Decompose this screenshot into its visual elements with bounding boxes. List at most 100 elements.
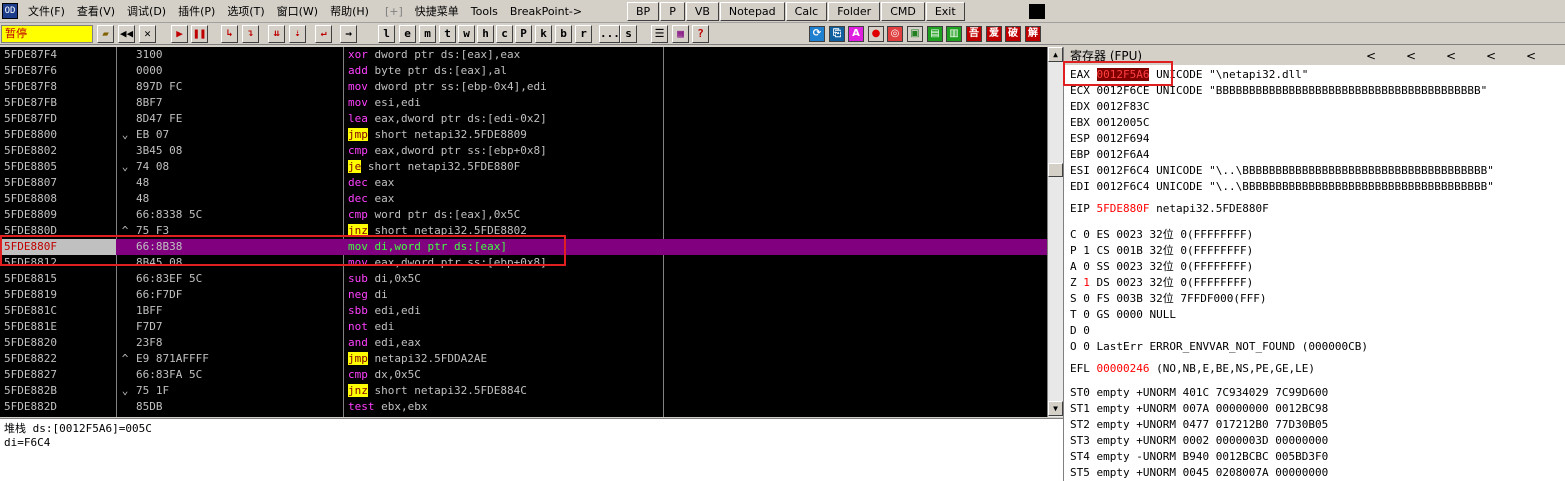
register-edx[interactable]: EDX 0012F83C bbox=[1070, 99, 1149, 115]
flag-value[interactable]: 1 bbox=[1083, 276, 1090, 289]
window-button-m[interactable]: m bbox=[419, 25, 436, 43]
help-icon[interactable]: ? bbox=[692, 25, 709, 43]
fpu-register-st5[interactable]: ST5 empty +UNORM 0045 0208007A 00000000 bbox=[1070, 465, 1328, 481]
disasm-row[interactable]: 5FDE8822 ^ E9 871AFFFF jmp netapi32.5FDDA2A… bbox=[0, 351, 1047, 367]
tool-button-calc[interactable]: Calc bbox=[785, 2, 828, 21]
disasm-row[interactable]: 5FDE87FD 8D47 FE lea eax,dword ptr ds:[edi… bbox=[0, 111, 1047, 127]
disasm-row[interactable]: 5FDE87F6 0000 add byte ptr ds:[eax],al bbox=[0, 63, 1047, 79]
target-icon[interactable]: ◎ bbox=[887, 26, 903, 42]
disasm-row[interactable]: 5FDE87FB 8BF7 mov esi,edi bbox=[0, 95, 1047, 111]
flag-row-a[interactable]: A 0 SS 0023 32位 0(FFFFFFFF) bbox=[1070, 259, 1253, 275]
tool-button-notepad[interactable]: Notepad bbox=[719, 2, 785, 21]
register-esi[interactable]: ESI 0012F6C4 UNICODE "\..\BBBBBBBBBBBBBB… bbox=[1070, 163, 1494, 179]
monitor-icon[interactable]: ▤ bbox=[927, 26, 943, 42]
register-value[interactable]: 0012F83C bbox=[1097, 100, 1150, 113]
register-edi[interactable]: EDI 0012F6C4 UNICODE "\..\BBBBBBBBBBBBBB… bbox=[1070, 179, 1494, 195]
flag-value[interactable]: 0 bbox=[1083, 228, 1090, 241]
grammar-icon[interactable]: 吾 bbox=[966, 26, 982, 42]
flag-row-c[interactable]: C 0 ES 0023 32位 0(FFFFFFFF) bbox=[1070, 227, 1253, 243]
register-value[interactable]: 00000246 bbox=[1097, 362, 1150, 375]
window-button-h[interactable]: h bbox=[477, 25, 494, 43]
flag-value[interactable]: 0 bbox=[1083, 260, 1090, 273]
flag-row-t[interactable]: T 0 GS 0000 NULL bbox=[1070, 307, 1176, 323]
register-value[interactable]: 0012F6A4 bbox=[1097, 148, 1150, 161]
flag-value[interactable]: 0 bbox=[1083, 292, 1090, 305]
tool-button-bp[interactable]: BP bbox=[627, 2, 660, 21]
menu-view[interactable]: 查看(V) bbox=[71, 0, 121, 23]
window-button-b[interactable]: b bbox=[555, 25, 572, 43]
scroll-up-icon[interactable]: ▲ bbox=[1048, 47, 1063, 62]
disasm-row[interactable]: 5FDE881E F7D7 not edi bbox=[0, 319, 1047, 335]
disasm-row[interactable]: 5FDE8808 48 dec eax bbox=[0, 191, 1047, 207]
flag-value[interactable]: 0 bbox=[1083, 340, 1090, 353]
nav-arrow-icon[interactable]: < bbox=[1366, 47, 1376, 65]
trace-into-icon[interactable]: ⇊ bbox=[268, 25, 285, 43]
disasm-row[interactable]: 5FDE8815 66:83EF 5C sub di,0x5C bbox=[0, 271, 1047, 287]
window-button-r[interactable]: r bbox=[575, 25, 592, 43]
disasm-row[interactable]: 5FDE881C 1BFF sbb edi,edi bbox=[0, 303, 1047, 319]
flag-row-d[interactable]: D 0 bbox=[1070, 323, 1090, 339]
menu-window[interactable]: 窗口(W) bbox=[271, 0, 324, 23]
pause-icon[interactable]: ❚❚ bbox=[191, 25, 208, 43]
nav-arrow-icon[interactable]: < bbox=[1406, 47, 1416, 65]
register-value[interactable]: 0012005C bbox=[1097, 116, 1150, 129]
refresh-icon[interactable]: ⟳ bbox=[809, 26, 825, 42]
disassembly-pane[interactable]: 5FDE87F4 3100 xor dword ptr ds:[eax],eax 5F… bbox=[0, 47, 1047, 417]
run-icon[interactable]: ▶ bbox=[171, 25, 188, 43]
go-to-icon[interactable]: → bbox=[340, 25, 357, 43]
register-value[interactable]: 0012F6C4 bbox=[1097, 164, 1150, 177]
menu-help[interactable]: 帮助(H) bbox=[324, 0, 375, 23]
grid-icon[interactable]: ▦ bbox=[672, 25, 689, 43]
trace-over-icon[interactable]: ⇣ bbox=[289, 25, 306, 43]
love-icon[interactable]: 爱 bbox=[986, 26, 1002, 42]
window-button-P[interactable]: P bbox=[515, 25, 532, 43]
rewind-icon[interactable]: ◀◀ bbox=[118, 25, 135, 43]
flag-row-s[interactable]: S 0 FS 003B 32位 7FFDF000(FFF) bbox=[1070, 291, 1266, 307]
disasm-row[interactable]: 5FDE87F4 3100 xor dword ptr ds:[eax],eax bbox=[0, 47, 1047, 63]
tool-button-vb[interactable]: VB bbox=[685, 2, 719, 21]
window-button-s[interactable]: s bbox=[620, 25, 637, 43]
cpu-icon[interactable]: ▣ bbox=[907, 26, 923, 42]
solve-icon[interactable]: 解 bbox=[1025, 26, 1041, 42]
window-button-k[interactable]: k bbox=[535, 25, 552, 43]
close-icon[interactable]: ✕ bbox=[139, 25, 156, 43]
menu-shortcut[interactable]: 快捷菜单 bbox=[409, 0, 465, 23]
register-efl[interactable]: EFL 00000246 (NO,NB,E,BE,NS,PE,GE,LE) bbox=[1070, 361, 1315, 377]
registers-pane[interactable]: 寄存器 (FPU) < < < < < EAX 0012F5A6 UNICODE… bbox=[1063, 47, 1565, 481]
disasm-row[interactable]: 5FDE8820 23F8 and edi,eax bbox=[0, 335, 1047, 351]
menu-file[interactable]: 文件(F) bbox=[22, 0, 71, 23]
disassembly-scrollbar[interactable]: ▲ ▼ bbox=[1047, 47, 1063, 417]
disasm-row[interactable]: 5FDE8819 66:F7DF neg di bbox=[0, 287, 1047, 303]
list-icon[interactable]: ☰ bbox=[651, 25, 668, 43]
tool-button-exit[interactable]: Exit bbox=[925, 2, 965, 21]
fpu-register-st3[interactable]: ST3 empty +UNORM 0002 0000003D 00000000 bbox=[1070, 433, 1328, 449]
window-button-w[interactable]: w bbox=[458, 25, 475, 43]
nav-arrow-icon[interactable]: < bbox=[1486, 47, 1496, 65]
tool-button-p[interactable]: P bbox=[660, 2, 685, 21]
register-eip[interactable]: EIP 5FDE880F netapi32.5FDE880F bbox=[1070, 201, 1269, 217]
flag-row-p[interactable]: P 1 CS 001B 32位 0(FFFFFFFF) bbox=[1070, 243, 1253, 259]
flag-value[interactable]: 1 bbox=[1083, 244, 1090, 257]
menu-debug[interactable]: 调试(D) bbox=[121, 0, 172, 23]
copy-icon[interactable]: ⎘ bbox=[829, 26, 845, 42]
disasm-row[interactable]: 5FDE8800 ⌄ EB 07 jmp short netapi32.5FDE880… bbox=[0, 127, 1047, 143]
window-button-c[interactable]: c bbox=[496, 25, 513, 43]
nav-arrow-icon[interactable]: < bbox=[1446, 47, 1456, 65]
window-button-e[interactable]: e bbox=[399, 25, 416, 43]
scroll-thumb[interactable] bbox=[1048, 163, 1063, 177]
flag-row-z[interactable]: Z 1 DS 0023 32位 0(FFFFFFFF) bbox=[1070, 275, 1253, 291]
fpu-register-st4[interactable]: ST4 empty -UNORM B940 0012BCBC 005BD3F0 bbox=[1070, 449, 1328, 465]
nav-arrow-icon[interactable]: < bbox=[1526, 47, 1536, 65]
fpu-register-st0[interactable]: ST0 empty +UNORM 401C 7C934029 7C99D600 bbox=[1070, 385, 1328, 401]
disasm-row[interactable]: 5FDE882D 85DB test ebx,ebx bbox=[0, 399, 1047, 415]
menu-plugins[interactable]: 插件(P) bbox=[172, 0, 221, 23]
register-value[interactable]: 5FDE880F bbox=[1097, 202, 1150, 215]
disasm-row[interactable]: 5FDE882B ⌄ 75 1F jnz short netapi32.5FDE884… bbox=[0, 383, 1047, 399]
tool-button-folder[interactable]: Folder bbox=[828, 2, 881, 21]
fpu-register-st1[interactable]: ST1 empty +UNORM 007A 00000000 0012BC98 bbox=[1070, 401, 1328, 417]
record-icon[interactable]: ● bbox=[868, 26, 884, 42]
menu-breakpoint[interactable]: BreakPoint-> bbox=[504, 0, 588, 23]
menu-tools[interactable]: Tools bbox=[465, 0, 504, 23]
window-button-l[interactable]: l bbox=[378, 25, 395, 43]
flag-row-o[interactable]: O 0 LastErr ERROR_ENVVAR_NOT_FOUND (0000… bbox=[1070, 339, 1368, 355]
